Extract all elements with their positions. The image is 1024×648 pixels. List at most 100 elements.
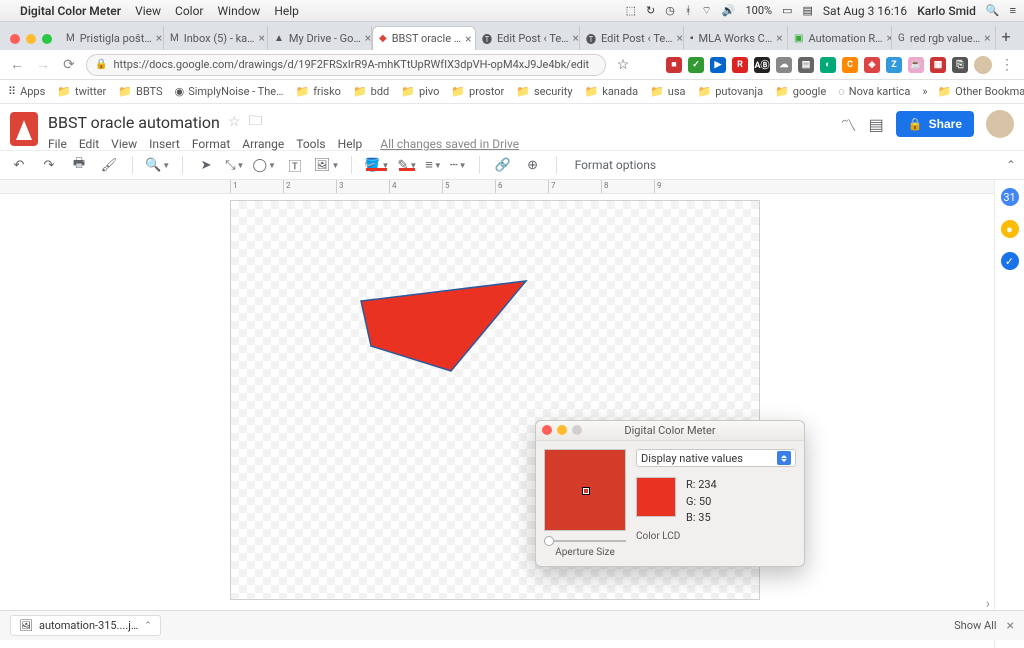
- ext-icon[interactable]: ✓: [688, 57, 704, 73]
- menu-view[interactable]: View: [111, 137, 137, 151]
- ext-icon[interactable]: ▶: [710, 57, 726, 73]
- bookmark-folder-pivo[interactable]: 📁pivo: [401, 85, 439, 98]
- tab-close-icon[interactable]: ×: [465, 32, 471, 46]
- select-tool[interactable]: ➤: [195, 158, 217, 173]
- dcm-close-button[interactable]: [542, 425, 552, 435]
- other-bookmarks[interactable]: 📁Other Bookmarks: [937, 85, 1024, 98]
- tab-close-icon[interactable]: ×: [677, 31, 683, 45]
- tab-close-icon[interactable]: ×: [259, 31, 265, 45]
- profile-avatar-icon[interactable]: [974, 56, 992, 74]
- menu-tools[interactable]: Tools: [296, 137, 325, 151]
- tasks-addon-icon[interactable]: ✓: [1001, 252, 1019, 270]
- tab-bbst-oracle[interactable]: ◆BBST oracle …×: [372, 26, 476, 50]
- ext-icon[interactable]: AⒷ: [754, 57, 770, 73]
- color-space-dropdown[interactable]: Display native values: [636, 449, 796, 467]
- window-close[interactable]: [10, 34, 20, 44]
- border-color-button[interactable]: ✎▼: [397, 158, 417, 173]
- nav-back-icon[interactable]: ←: [8, 56, 26, 73]
- nav-reload-icon[interactable]: ⟳: [60, 57, 78, 73]
- window-zoom[interactable]: [42, 34, 52, 44]
- battery-icon[interactable]: ▭: [782, 4, 792, 17]
- tab-close-icon[interactable]: ×: [156, 31, 162, 45]
- ext-icon[interactable]: ▦: [930, 57, 946, 73]
- menu-format[interactable]: Format: [192, 137, 230, 151]
- redo-button[interactable]: ↷: [38, 158, 60, 173]
- keep-addon-icon[interactable]: ●: [1001, 220, 1019, 238]
- dcm-titlebar[interactable]: Digital Color Meter: [536, 421, 804, 441]
- move-folder-icon[interactable]: 🗀: [248, 110, 262, 134]
- dropbox-icon[interactable]: ⬚: [626, 4, 636, 17]
- bookmark-folder-usa[interactable]: 📁usa: [650, 85, 685, 98]
- wifi-icon[interactable]: ⌔: [701, 4, 711, 18]
- print-button[interactable]: 🖶: [68, 154, 90, 176]
- tab-edit-post-2[interactable]: 🅣Edit Post ‹ Te…×: [580, 26, 684, 50]
- digital-color-meter-window[interactable]: Digital Color Meter Aperture Size Displa…: [535, 420, 805, 567]
- menu-file[interactable]: File: [48, 137, 67, 151]
- tab-close-icon[interactable]: ×: [365, 31, 371, 45]
- format-options-button[interactable]: Format options: [575, 158, 656, 172]
- tab-automation[interactable]: ▣Automation R…×: [788, 26, 892, 50]
- dcm-minimize-button[interactable]: [557, 425, 567, 435]
- bookmark-folder-prostor[interactable]: 📁prostor: [451, 85, 504, 98]
- star-icon[interactable]: ☆: [614, 57, 632, 73]
- ext-icon[interactable]: Z: [886, 57, 902, 73]
- bookmark-folder-twitter[interactable]: 📁twitter: [57, 85, 106, 98]
- bookmark-overflow-icon[interactable]: »: [922, 85, 927, 98]
- ext-icon[interactable]: ▤: [798, 57, 814, 73]
- menu-arrange[interactable]: Arrange: [242, 137, 284, 151]
- tab-google-search[interactable]: Gred rgb value…×: [892, 26, 996, 50]
- aperture-slider[interactable]: [544, 537, 626, 545]
- textbox-tool[interactable]: 🅃: [284, 156, 306, 175]
- download-item[interactable]: 🖼 automation-315....j… ⌃: [10, 615, 161, 636]
- flag-icon[interactable]: ▤: [803, 4, 813, 17]
- bookmark-folder-security[interactable]: 📁security: [516, 85, 572, 98]
- document-title[interactable]: BBST oracle automation: [48, 113, 220, 132]
- account-avatar-icon[interactable]: [986, 110, 1014, 138]
- tab-close-icon[interactable]: ×: [776, 31, 782, 45]
- menu-edit[interactable]: Edit: [79, 137, 99, 151]
- spotlight-icon[interactable]: 🔍: [986, 4, 1000, 17]
- link-button[interactable]: 🔗: [492, 158, 514, 173]
- ext-icon[interactable]: ☁: [776, 57, 792, 73]
- menubar-item-color[interactable]: Color: [175, 4, 203, 18]
- tab-mla[interactable]: ▪MLA Works C…×: [684, 26, 788, 50]
- bookmark-novakartica[interactable]: ◌Nova kartica: [838, 85, 910, 98]
- red-polygon-shape[interactable]: [351, 276, 531, 389]
- image-tool[interactable]: 🖼▼: [314, 158, 339, 173]
- ext-icon[interactable]: R: [732, 57, 748, 73]
- menu-list-icon[interactable]: ≡: [1010, 4, 1016, 17]
- ext-icon[interactable]: ☕: [908, 57, 924, 73]
- fill-color-button[interactable]: 🪣▼: [364, 158, 389, 173]
- menubar-user[interactable]: Karlo Smid: [917, 4, 976, 18]
- toolbar-collapse-icon[interactable]: ⌃: [1006, 158, 1016, 172]
- ext-icon[interactable]: ⎘: [952, 57, 968, 73]
- tab-close-icon[interactable]: ×: [984, 31, 990, 45]
- activity-icon[interactable]: 〽: [841, 112, 857, 136]
- chevron-up-icon[interactable]: ⌃: [144, 621, 152, 631]
- bookmark-folder-frisko[interactable]: 📁frisko: [296, 85, 341, 98]
- shape-tool[interactable]: ◯▼: [252, 158, 275, 173]
- ext-icon[interactable]: C: [842, 57, 858, 73]
- tab-drive[interactable]: ▲My Drive - Go…×: [268, 26, 372, 50]
- zoom-dropdown[interactable]: 🔍▼: [145, 158, 170, 173]
- bookmark-folder-google[interactable]: 📁google: [775, 85, 826, 98]
- line-tool[interactable]: ⤡▼: [225, 158, 244, 173]
- tab-edit-post-1[interactable]: 🅣Edit Post ‹ Te…×: [476, 26, 580, 50]
- tab-close-icon[interactable]: ×: [573, 31, 579, 45]
- menu-help[interactable]: Help: [338, 137, 363, 151]
- save-status[interactable]: All changes saved in Drive: [380, 137, 519, 151]
- bookmark-folder-kanada[interactable]: 📁kanada: [585, 85, 639, 98]
- ext-icon[interactable]: ■: [666, 57, 682, 73]
- address-bar[interactable]: 🔒 https://docs.google.com/drawings/d/19F…: [86, 54, 606, 76]
- comments-icon[interactable]: ▤: [869, 115, 884, 134]
- menubar-item-view[interactable]: View: [135, 4, 161, 18]
- share-button[interactable]: 🔒Share: [896, 111, 974, 137]
- comment-button[interactable]: ⊕: [522, 158, 544, 173]
- bookmark-folder-bdd[interactable]: 📁bdd: [353, 85, 389, 98]
- menubar-app-name[interactable]: Digital Color Meter: [20, 4, 121, 18]
- bluetooth-icon[interactable]: ᚼ: [685, 4, 692, 17]
- drawings-logo-icon[interactable]: [10, 112, 38, 146]
- tab-gmail-inbox[interactable]: MInbox (5) - ka…×: [164, 26, 268, 50]
- bookmark-folder-bbts[interactable]: 📁BBTS: [118, 85, 162, 98]
- sync-icon[interactable]: ↻: [646, 4, 655, 17]
